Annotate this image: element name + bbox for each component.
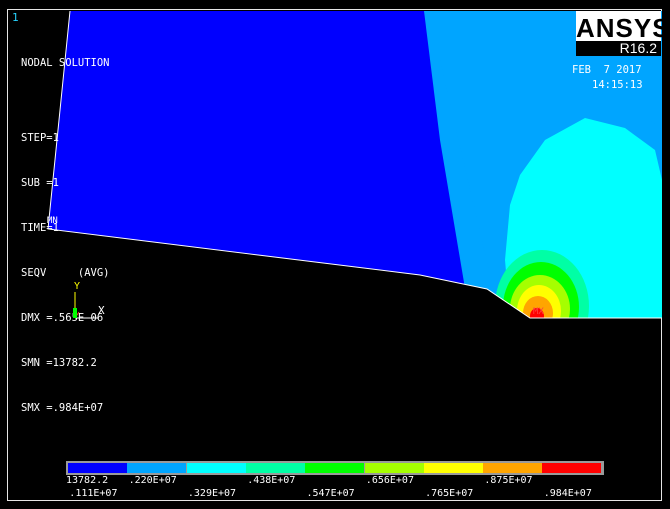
- legend-segment: [186, 463, 246, 473]
- info-seqv: SEQV (AVG): [21, 267, 110, 279]
- ansys-logo: ANSYS R16.2: [576, 11, 670, 56]
- legend-segment: [364, 463, 424, 473]
- info-step: STEP=1: [21, 132, 59, 144]
- plot-date: FEB 7 2017: [572, 64, 642, 76]
- logo-version: R16.2: [619, 40, 657, 56]
- legend-segment: [483, 463, 543, 473]
- triad-y-label: Y: [74, 281, 81, 292]
- info-time: TIME=1: [21, 222, 59, 234]
- legend-label: .656E+07: [365, 475, 414, 486]
- legend-label: .438E+07: [247, 475, 296, 486]
- legend-segment: [305, 463, 365, 473]
- legend-label: .220E+07: [128, 475, 177, 486]
- legend-segment: [127, 463, 187, 473]
- legend-label: .984E+07: [543, 488, 592, 499]
- legend-label: .329E+07: [187, 488, 237, 499]
- legend-segment: [423, 463, 483, 473]
- info-smn: SMN =13782.2: [21, 357, 97, 369]
- info-smx: SMX =.984E+07: [21, 402, 104, 414]
- legend-label: .547E+07: [306, 488, 355, 499]
- min-marker: MN: [47, 216, 58, 226]
- info-sub: SUB =1: [21, 177, 59, 189]
- max-marker: MX: [533, 307, 544, 317]
- nodal-solution-info: NODAL SOLUTION STEP=1 SUB =1 TIME=1 SEQV…: [21, 26, 110, 431]
- plot-time: 14:15:13: [592, 79, 643, 91]
- legend-color-bar: [66, 461, 604, 475]
- legend-label: .875E+07: [484, 475, 533, 486]
- triad-origin-icon: [73, 308, 77, 318]
- info-title: NODAL SOLUTION: [21, 57, 110, 69]
- contour-legend: [66, 461, 604, 475]
- logo-version-bar: R16.2: [576, 41, 661, 56]
- legend-label: .765E+07: [425, 488, 474, 499]
- legend-segment: [68, 463, 127, 473]
- legend-segment: [245, 463, 305, 473]
- legend-segment: [542, 463, 602, 473]
- legend-label: .111E+07: [69, 488, 118, 499]
- triad-x-label: X: [98, 304, 105, 317]
- legend-min-label: 13782.2: [66, 475, 109, 486]
